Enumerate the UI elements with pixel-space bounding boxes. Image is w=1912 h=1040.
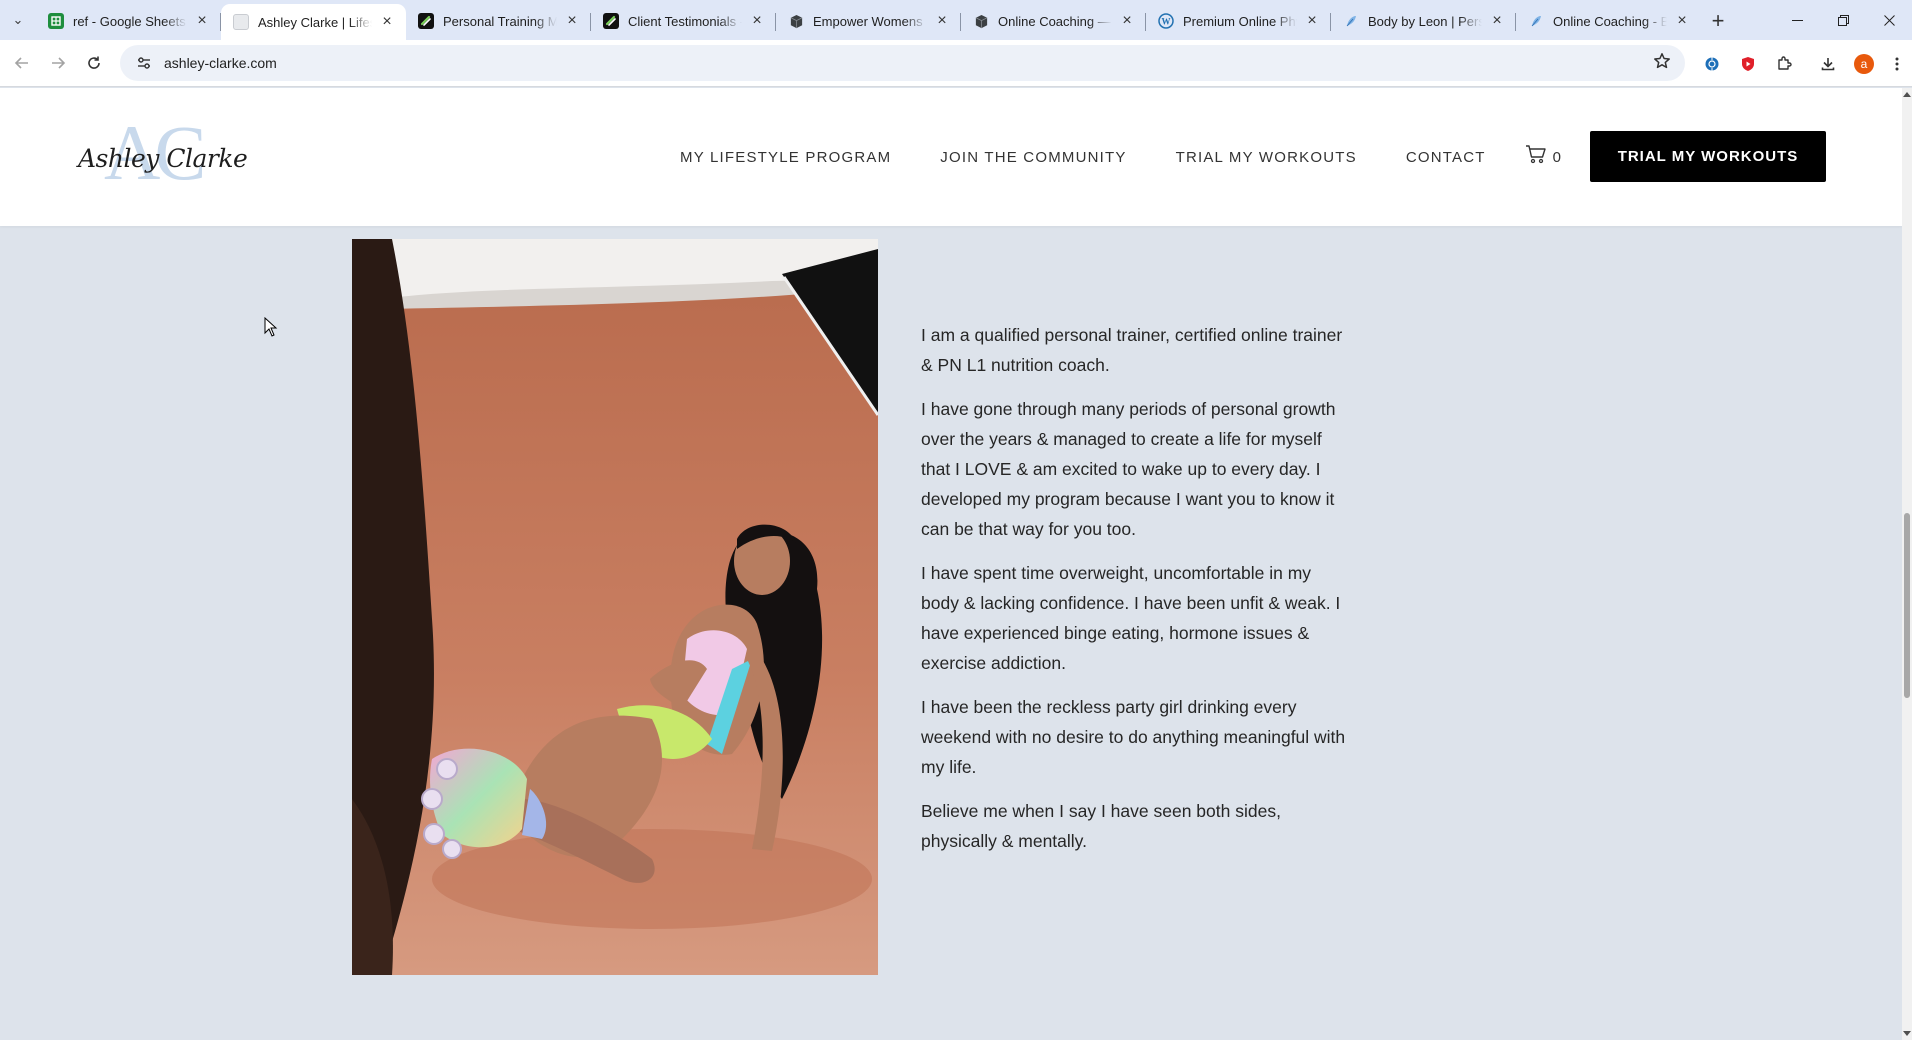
shopping-cart-icon (1525, 144, 1547, 170)
reload-icon[interactable] (76, 45, 112, 81)
webpage-viewport: AC Ashley Clarke MY LIFESTYLE PROGRAM JO… (0, 88, 1902, 1040)
extension-shield-icon[interactable] (1730, 46, 1766, 82)
site-logo[interactable]: AC Ashley Clarke (78, 114, 248, 196)
cube-icon (788, 13, 804, 29)
browser-tab[interactable]: Online Coaching — E × (961, 4, 1146, 38)
url-text[interactable]: ashley-clarke.com (164, 55, 277, 71)
close-tab-icon[interactable]: × (1673, 12, 1691, 30)
wordpress-icon: W (1158, 13, 1174, 29)
close-tab-icon[interactable]: × (1488, 12, 1506, 30)
bio-paragraph: I am a qualified personal trainer, certi… (921, 325, 1343, 375)
tab-title: ref - Google Sheets (73, 13, 186, 29)
browser-tab-strip: ⌄ ref - Google Sheets × Ashley Clarke | … (0, 0, 1912, 40)
tab-title: Online Coaching - Bo (1553, 13, 1667, 29)
browser-tab[interactable]: Empower Womens Fi × (776, 4, 961, 38)
browser-menu-kebab-icon[interactable] (1882, 46, 1912, 82)
bio-paragraph: Believe me when I say I have seen both s… (921, 801, 1281, 851)
nav-contact[interactable]: CONTACT (1406, 149, 1486, 166)
main-nav: MY LIFESTYLE PROGRAM JOIN THE COMMUNITY … (680, 88, 1561, 226)
tab-title: Body by Leon | Perso (1368, 13, 1482, 29)
tab-title: Online Coaching — E (998, 13, 1112, 29)
browser-tab-active[interactable]: Ashley Clarke | Lifestyle × (221, 4, 406, 40)
downloads-icon[interactable] (1810, 46, 1846, 82)
address-bar[interactable]: ashley-clarke.com (120, 45, 1685, 81)
bio-paragraph: I have been the reckless party girl drin… (921, 697, 1346, 777)
nav-trial-workouts[interactable]: TRIAL MY WORKOUTS (1176, 149, 1357, 166)
bio-paragraph: I have gone through many periods of pers… (921, 399, 1336, 539)
close-tab-icon[interactable]: × (748, 12, 766, 30)
site-header: AC Ashley Clarke MY LIFESTYLE PROGRAM JO… (0, 88, 1902, 226)
svg-text:W: W (1162, 17, 1171, 27)
blank-page-icon (233, 14, 249, 30)
back-arrow-icon[interactable] (4, 45, 40, 81)
mouse-cursor-icon (264, 316, 278, 337)
scrollbar-thumb[interactable] (1904, 513, 1910, 698)
site-settings-icon[interactable] (134, 53, 154, 73)
tab-search-chevron-icon[interactable]: ⌄ (0, 0, 36, 40)
profile-avatar[interactable]: a (1846, 46, 1882, 82)
close-tab-icon[interactable]: × (563, 12, 581, 30)
tab-title: Empower Womens Fi (813, 13, 927, 29)
nav-join-community[interactable]: JOIN THE COMMUNITY (940, 149, 1126, 166)
sheets-icon (48, 13, 64, 29)
extensions-puzzle-icon[interactable] (1766, 46, 1802, 82)
tab-title: Premium Online Phys (1183, 13, 1297, 29)
page-scrollbar[interactable] (1902, 88, 1912, 1040)
window-controls (1774, 0, 1912, 40)
close-tab-icon[interactable]: × (933, 12, 951, 30)
minimize-icon[interactable] (1774, 0, 1820, 40)
close-tab-icon[interactable]: × (1303, 12, 1321, 30)
bio-paragraph: I have spent time overweight, uncomforta… (921, 563, 1341, 673)
new-tab-plus-icon[interactable]: + (1701, 4, 1735, 38)
logo-script: Ashley Clarke (78, 144, 248, 173)
feather-icon (1343, 13, 1359, 29)
restore-icon[interactable] (1820, 0, 1866, 40)
extension-globe-icon[interactable] (1694, 46, 1730, 82)
browser-tab[interactable]: Personal Training Mel × (406, 4, 591, 38)
browser-tab[interactable]: W Premium Online Phys × (1146, 4, 1331, 38)
browser-toolbar: ashley-clarke.com a (0, 40, 1912, 87)
browser-tab[interactable]: Body by Leon | Perso × (1331, 4, 1516, 38)
trial-workouts-button[interactable]: TRIAL MY WORKOUTS (1590, 131, 1826, 182)
browser-tab[interactable]: Online Coaching - Bo × (1516, 4, 1701, 38)
tab-title: Personal Training Mel (443, 13, 557, 29)
nav-lifestyle-program[interactable]: MY LIFESTYLE PROGRAM (680, 149, 891, 166)
browser-tab[interactable]: ref - Google Sheets × (36, 4, 221, 38)
squarespace-icon (418, 13, 434, 29)
coach-photo (352, 239, 878, 975)
feather-icon (1528, 13, 1544, 29)
squarespace-icon (603, 13, 619, 29)
cart-count: 0 (1552, 148, 1561, 166)
browser-tab[interactable]: Client Testimonials - F × (591, 4, 776, 38)
cart-button[interactable]: 0 (1525, 144, 1561, 170)
extensions-area: a (1694, 40, 1912, 87)
bio-text-block: I am a qualified personal trainer, certi… (921, 320, 1351, 870)
close-tab-icon[interactable]: × (378, 13, 396, 31)
tab-title: Ashley Clarke | Lifestyle (258, 14, 372, 30)
tab-title: Client Testimonials - F (628, 13, 742, 29)
forward-arrow-icon[interactable] (40, 45, 76, 81)
close-window-icon[interactable] (1866, 0, 1912, 40)
scroll-up-arrow-icon[interactable] (1903, 92, 1911, 97)
profile-initial: a (1854, 53, 1874, 74)
close-tab-icon[interactable]: × (1118, 12, 1136, 30)
scroll-down-arrow-icon[interactable] (1903, 1031, 1911, 1036)
bookmark-star-icon[interactable] (1653, 52, 1671, 76)
cube-icon (973, 13, 989, 29)
close-tab-icon[interactable]: × (193, 12, 211, 30)
